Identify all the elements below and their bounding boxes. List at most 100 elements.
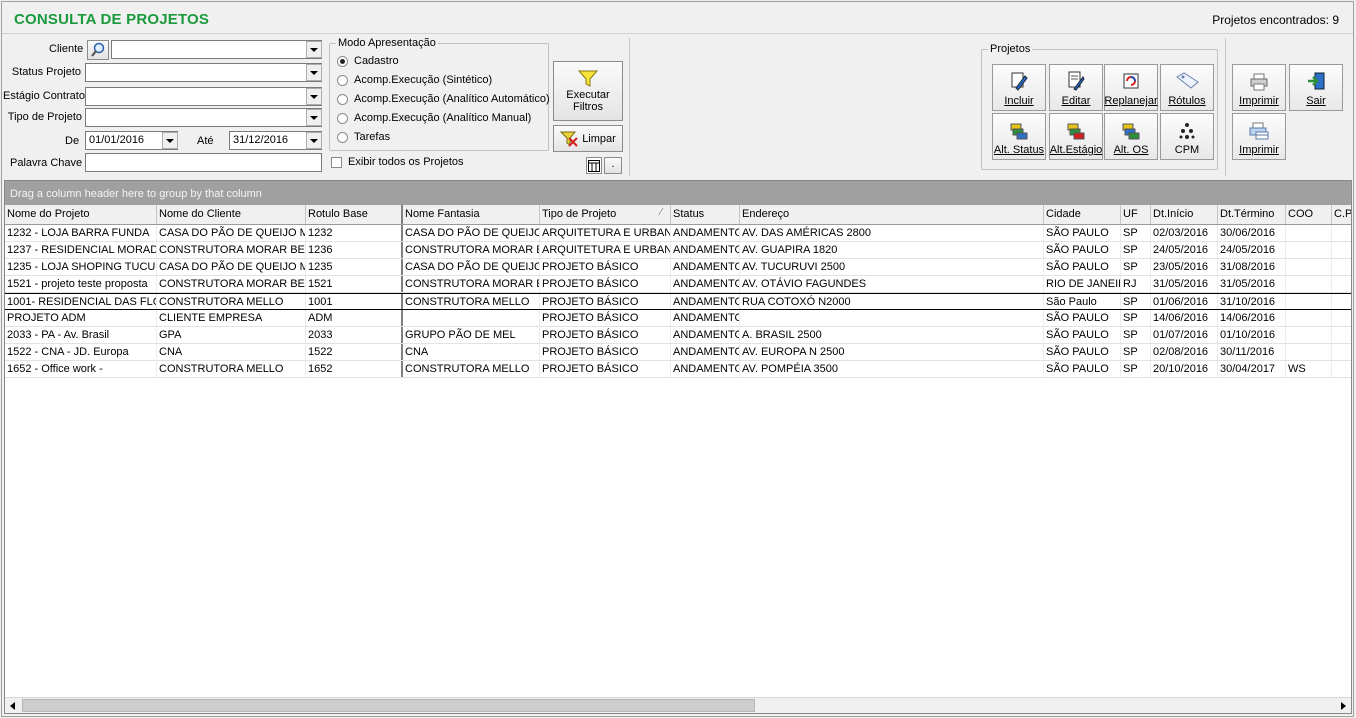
de-date-picker[interactable]: 01/01/2016 <box>85 131 178 150</box>
col-endereco-header[interactable]: Endereço <box>740 205 1044 224</box>
cliente-search-button[interactable] <box>87 40 109 60</box>
replanejar-button[interactable]: Replanejar <box>1104 64 1158 111</box>
ate-dropdown-button[interactable] <box>306 132 322 149</box>
radio-tarefas[interactable]: Tarefas <box>337 131 390 143</box>
col-endereco-cell: A. BRASIL 2500 <box>740 327 1044 343</box>
col-status-header[interactable]: Status <box>671 205 740 224</box>
col-coo-cell <box>1286 225 1332 241</box>
limpar-button[interactable]: Limpar <box>553 125 623 152</box>
col-cp-cell <box>1332 276 1351 292</box>
radio-cadastro[interactable]: Cadastro <box>337 55 399 67</box>
col-tipo-projeto-cell: PROJETO BÁSICO <box>540 276 671 292</box>
rotulos-button[interactable]: Rótulos <box>1160 64 1214 111</box>
separator <box>629 38 630 176</box>
imprimir-grid-button[interactable]: Imprimir <box>1232 113 1286 160</box>
estagio-combo[interactable] <box>85 87 322 106</box>
col-nome-projeto-cell: 1522 - CNA - JD. Europa <box>5 344 157 360</box>
status-blocks-icon <box>1010 123 1028 140</box>
table-row[interactable]: 1237 - RESIDENCIAL MORAD. CONSTRUTORA MOR… <box>5 242 1351 259</box>
col-tipo-projeto-header[interactable]: Tipo de Projeto ⁄ <box>540 205 671 224</box>
col-endereco-cell: AV. GUAPIRA 1820 <box>740 242 1044 258</box>
alt-os-label: Alt. OS <box>1113 144 1149 156</box>
imprimir-button[interactable]: Imprimir <box>1232 64 1286 111</box>
table-row[interactable]: 1652 - Office work - CONSTRUTORA MELLO 165… <box>5 361 1351 378</box>
col-nome-cliente-header[interactable]: Nome do Cliente <box>157 205 306 224</box>
os-blocks-icon <box>1122 123 1140 140</box>
exibir-todos-checkbox[interactable]: Exibir todos os Projetos <box>331 156 464 168</box>
grid-columns-button[interactable] <box>586 157 602 174</box>
horizontal-scrollbar[interactable] <box>5 697 1351 713</box>
table-row[interactable]: 1001- RESIDENCIAL DAS FLO CONSTRUTORA MEL… <box>5 293 1351 310</box>
projects-grid[interactable]: Drag a column header here to group by th… <box>4 180 1352 714</box>
col-dt-termino-header[interactable]: Dt.Término <box>1218 205 1286 224</box>
col-cidade-cell: RIO DE JANEIR <box>1046 276 1121 292</box>
radio-acomp-analitico-automatico[interactable]: Acomp.Execução (Analítico Automático) <box>337 93 550 105</box>
estagio-dropdown-button[interactable] <box>306 88 322 105</box>
col-dt-inicio-cell: 20/10/2016 <box>1151 361 1218 377</box>
radio-label: Acomp.Execução (Analítico Automático) <box>354 93 550 105</box>
sair-button[interactable]: Sair <box>1289 64 1343 111</box>
cpm-button[interactable]: CPM <box>1160 113 1214 160</box>
col-dt-inicio-header[interactable]: Dt.Início <box>1151 205 1218 224</box>
col-dt-termino-cell: 31/08/2016 <box>1218 259 1286 275</box>
scroll-thumb[interactable] <box>22 699 755 712</box>
cliente-dropdown-button[interactable] <box>306 41 322 58</box>
col-rotulo-base-cell: 1521 <box>306 276 403 292</box>
col-nome-projeto-cell: 2033 - PA - Av. Brasil <box>5 327 157 343</box>
separator <box>1225 38 1226 176</box>
tipo-dropdown-button[interactable] <box>306 109 322 126</box>
radio-label: Acomp.Execução (Analítico Manual) <box>354 112 532 124</box>
status-dropdown-button[interactable] <box>306 64 322 81</box>
edit-document-icon <box>1068 71 1085 91</box>
col-status-cell: ANDAMENTO <box>673 294 740 309</box>
col-cp-cell <box>1332 259 1351 275</box>
alt-os-button[interactable]: Alt. OS <box>1104 113 1158 160</box>
limpar-label: Limpar <box>582 132 616 145</box>
checkbox-label: Exibir todos os Projetos <box>348 156 464 168</box>
col-uf-header[interactable]: UF <box>1121 205 1151 224</box>
col-dt-inicio-cell: 02/03/2016 <box>1151 225 1218 241</box>
small-options-button[interactable]: . <box>604 157 622 174</box>
de-dropdown-button[interactable] <box>162 132 178 149</box>
table-row[interactable]: 1521 - projeto teste proposta CONSTRUTORA… <box>5 276 1351 293</box>
col-dt-inicio-cell: 01/06/2016 <box>1151 294 1218 309</box>
alt-status-button[interactable]: Alt. Status <box>992 113 1046 160</box>
col-dt-termino-cell: 01/10/2016 <box>1218 327 1286 343</box>
cliente-combo[interactable] <box>111 40 322 59</box>
table-row[interactable]: PROJETO ADM CLIENTE EMPRESA ADM PROJETO BÁS… <box>5 310 1351 327</box>
col-status-cell: ANDAMENTO <box>673 344 740 360</box>
radio-acomp-analitico-manual[interactable]: Acomp.Execução (Analítico Manual) <box>337 112 531 124</box>
scroll-left-icon[interactable] <box>10 702 15 710</box>
alt-estagio-button[interactable]: Alt.Estágio <box>1049 113 1103 160</box>
print-grid-icon <box>1249 122 1269 140</box>
col-tipo-projeto-cell: PROJETO BÁSICO <box>540 344 671 360</box>
radio-acomp-sintetico[interactable]: Acomp.Execução (Sintético) <box>337 74 492 86</box>
table-row[interactable]: 2033 - PA - Av. Brasil GPA 2033 GRUPO PÃO D… <box>5 327 1351 344</box>
modo-legend: Modo Apresentação <box>336 37 438 49</box>
palavra-chave-input[interactable] <box>85 153 322 172</box>
table-row[interactable]: 1522 - CNA - JD. Europa CNA 1522 CNA PROJETO… <box>5 344 1351 361</box>
exit-door-icon <box>1308 72 1325 90</box>
col-uf-cell: SP <box>1121 361 1151 377</box>
status-combo[interactable] <box>85 63 322 82</box>
col-rotulo-base-cell: ADM <box>306 310 403 326</box>
col-nome-cliente-cell: CONSTRUTORA MORAR BE <box>159 242 306 258</box>
col-rotulo-base-header[interactable]: Rotulo Base <box>306 205 403 224</box>
col-coo-header[interactable]: COO <box>1286 205 1332 224</box>
table-row[interactable]: 1235 - LOJA SHOPING TUCUR CASA DO PÃO DE … <box>5 259 1351 276</box>
table-row[interactable]: 1232 - LOJA BARRA FUNDA CASA DO PÃO DE QU… <box>5 225 1351 242</box>
tipo-combo[interactable] <box>85 108 322 127</box>
editar-button[interactable]: Editar <box>1049 64 1103 111</box>
group-by-panel[interactable]: Drag a column header here to group by th… <box>5 181 1351 205</box>
incluir-button[interactable]: Incluir <box>992 64 1046 111</box>
col-nome-cliente-cell: CONSTRUTORA MORAR BE <box>159 276 306 292</box>
ate-date-picker[interactable]: 31/12/2016 <box>229 131 322 150</box>
col-nome-projeto-header[interactable]: Nome do Projeto <box>5 205 157 224</box>
col-cidade-header[interactable]: Cidade <box>1044 205 1121 224</box>
executar-filtros-button[interactable]: Executar Filtros <box>553 61 623 121</box>
col-nome-fantasia-header[interactable]: Nome Fantasia <box>403 205 540 224</box>
scroll-right-icon[interactable] <box>1341 702 1346 710</box>
palavra-label: Palavra Chave <box>10 157 83 169</box>
col-uf-cell: SP <box>1121 259 1151 275</box>
col-cp-header[interactable]: C.P <box>1332 205 1351 224</box>
